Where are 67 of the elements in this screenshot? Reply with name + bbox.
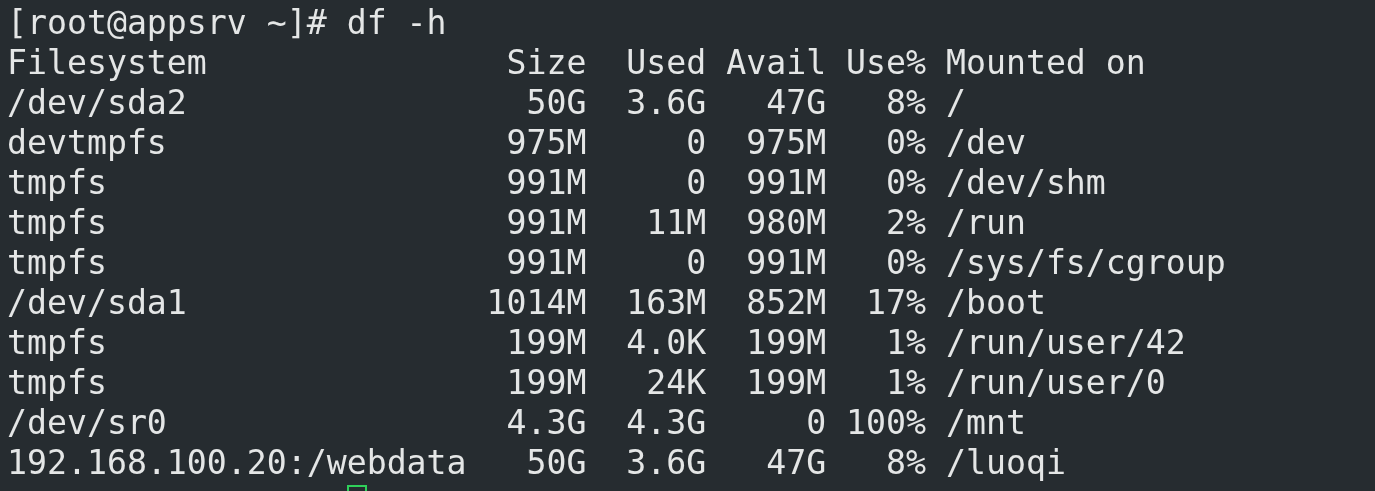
table-cell-text: /run/user/42 xyxy=(946,323,1187,363)
table-cell-text: 8% xyxy=(885,443,926,483)
table-cell-text: /dev/sda2 xyxy=(7,83,188,123)
table-cell-text: /run/user/0 xyxy=(946,363,1167,403)
column-header: Use% xyxy=(846,43,926,83)
table-cell-text: tmpfs xyxy=(7,163,108,203)
table-cell-text: 0 xyxy=(685,123,707,163)
table-cell-text: 199M xyxy=(745,363,827,403)
table-cell-text: /dev/sr0 xyxy=(7,403,168,443)
table-cell-text: /run xyxy=(946,203,1027,243)
table-cell-text: 0 xyxy=(685,163,707,203)
table-cell-text: 24K xyxy=(645,363,707,403)
table-cell-text: 0% xyxy=(885,163,926,203)
column-header: Filesystem xyxy=(7,43,208,83)
table-cell-text: /dev/shm xyxy=(946,163,1107,203)
table-cell-text: /dev/sda1 xyxy=(7,283,188,323)
table-cell-text: 991M xyxy=(505,163,587,203)
table-cell-text: 50G xyxy=(525,83,587,123)
table-cell-text: /boot xyxy=(946,283,1047,323)
table-cell-text: /dev xyxy=(946,123,1027,163)
table-cell-text: 0% xyxy=(885,123,926,163)
table-cell-text: 50G xyxy=(525,443,587,483)
table-cell-text: 3.6G xyxy=(625,83,707,123)
column-header: Used xyxy=(625,43,707,83)
command-line: [root@appsrv ~]# df -h xyxy=(7,3,448,43)
table-cell: 1014M xyxy=(486,283,587,323)
table-cell-text: tmpfs xyxy=(7,203,108,243)
table-cell-text: 199M xyxy=(745,323,827,363)
table-cell-text: 0% xyxy=(885,243,926,283)
table-cell-text: 199M xyxy=(505,323,587,363)
table-cell-text: 0 xyxy=(805,403,827,443)
table-cell-text: / xyxy=(946,83,967,123)
table-cell-text: tmpfs xyxy=(7,363,108,403)
table-cell-text: tmpfs xyxy=(7,323,108,363)
table-cell-text: 980M xyxy=(745,203,827,243)
table-cell-text: 991M xyxy=(505,243,587,283)
table-cell-text: 47G xyxy=(765,443,827,483)
table-cell-text: /mnt xyxy=(946,403,1027,443)
table-cell-text: tmpfs xyxy=(7,243,108,283)
table-cell-text: 991M xyxy=(745,163,827,203)
table-cell: 100% xyxy=(846,403,926,443)
table-cell-text: 163M xyxy=(625,283,707,323)
table-cell-text: 11M xyxy=(645,203,707,243)
table-cell-text: 1% xyxy=(885,323,926,363)
table-cell-text: 852M xyxy=(745,283,827,323)
table-cell-text: 47G xyxy=(765,83,827,123)
table-cell-text: 17% xyxy=(865,283,926,323)
table-cell-text: 975M xyxy=(745,123,827,163)
table-cell-text: 0 xyxy=(685,243,707,283)
table-cell-text: /luoqi xyxy=(946,443,1067,483)
table-cell-text: 4.3G xyxy=(505,403,587,443)
table-cell: /sys/fs/cgroup xyxy=(946,243,1226,283)
column-header: Size xyxy=(505,43,587,83)
table-cell-text: 4.3G xyxy=(625,403,707,443)
table-cell-text: 4.0K xyxy=(625,323,707,363)
table-cell-text: 3.6G xyxy=(625,443,707,483)
column-header: Avail xyxy=(726,43,827,83)
table-cell-text: 199M xyxy=(505,363,587,403)
table-cell-text: 991M xyxy=(505,203,587,243)
column-header: Mounted on xyxy=(946,43,1147,83)
table-cell-text: 991M xyxy=(745,243,827,283)
table-cell-text: 975M xyxy=(505,123,587,163)
table-cell-text: devtmpfs xyxy=(7,123,168,163)
table-cell-text: 2% xyxy=(885,203,926,243)
table-cell-text: 8% xyxy=(885,83,926,123)
table-cell: 192.168.100.20:/webdata xyxy=(7,443,467,483)
table-cell-text: 1% xyxy=(885,363,926,403)
